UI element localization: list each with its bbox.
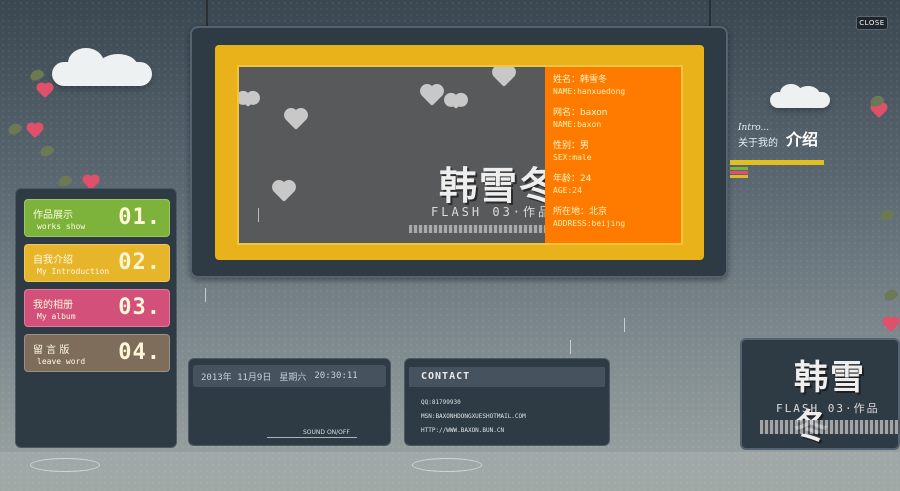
sound-toggle-button[interactable]: SOUND ON/OFF	[303, 429, 350, 436]
nav-menu-panel: 作品展示 works show 01. 自我介绍 My Introduction…	[15, 188, 177, 448]
cloud-decoration	[770, 84, 830, 108]
flash-stage: 韩雪冬 FLASH 03·作品 姓名：韩雪冬 NAME:hanxuedong 网…	[237, 65, 683, 245]
menu-item-leave-word[interactable]: 留 言 版 leave word 04.	[24, 334, 170, 372]
date-time-panel: 2013年 11月9日 星期六 20:30:11 SOUND ON/OFF	[188, 358, 391, 446]
weekday-text: 星期六	[279, 372, 307, 383]
info-item: 网名：baxon NAME:baxon	[553, 108, 608, 129]
light-tick	[624, 318, 625, 332]
heart-icon	[240, 92, 256, 108]
menu-item-number: 03.	[118, 295, 161, 320]
preview-url-text	[760, 420, 900, 434]
intro-label-big: 介绍	[786, 130, 819, 149]
heart-icon	[494, 67, 514, 87]
display-border: 韩雪冬 FLASH 03·作品 姓名：韩雪冬 NAME:hanxuedong 网…	[215, 45, 704, 260]
menu-item-introduction[interactable]: 自我介绍 My Introduction 02.	[24, 244, 170, 282]
menu-item-en-label: My Introduction	[37, 267, 110, 276]
menu-item-cn-label: 自我介绍	[33, 255, 73, 266]
menu-item-works[interactable]: 作品展示 works show 01.	[24, 199, 170, 237]
menu-item-cn-label: 作品展示	[33, 210, 73, 221]
info-item: 性别：男 SEX:male	[553, 141, 592, 162]
intro-underline	[730, 160, 824, 165]
contact-title: CONTACT	[409, 367, 605, 387]
heart-icon	[286, 110, 306, 130]
menu-item-cn-label: 我的相册	[33, 300, 73, 311]
intro-label-en: Intro...	[738, 123, 770, 133]
menu-item-en-label: My album	[37, 312, 76, 321]
intro-label-small: 关于我的	[738, 138, 778, 149]
sound-line	[267, 437, 357, 438]
heart-icon	[274, 182, 294, 202]
menu-item-number: 01.	[118, 205, 161, 230]
date-time-row: 2013年 11月9日 星期六 20:30:11	[193, 365, 386, 387]
preview-subtitle: FLASH 03·作品	[776, 402, 880, 415]
menu-item-en-label: leave word	[37, 357, 86, 366]
stage-subtitle: FLASH 03·作品	[431, 205, 554, 219]
close-button[interactable]: CLOSE	[856, 16, 888, 30]
profile-info-panel: 姓名：韩雪冬 NAME:hanxuedong 网名：baxon NAME:bax…	[545, 67, 681, 243]
main-display-frame: 韩雪冬 FLASH 03·作品 姓名：韩雪冬 NAME:hanxuedong 网…	[190, 26, 728, 278]
date-text: 2013年 11月9日	[201, 372, 272, 383]
stage-url-text	[409, 225, 559, 233]
contact-msn[interactable]: MSN:BAXONHDONGXUESHOTMAIL.COM	[421, 413, 526, 420]
color-strip	[730, 167, 748, 170]
cloud-decoration	[52, 48, 152, 86]
heart-icon	[422, 86, 442, 106]
info-item: 所在地：北京 ADDRESS:beijing	[553, 207, 626, 228]
heart-icon	[448, 94, 464, 110]
stage-name-title: 韩雪冬	[439, 164, 560, 208]
time-text: 20:30:11	[314, 371, 358, 381]
contact-qq: QQ:81799930	[421, 399, 461, 406]
menu-item-number: 02.	[118, 250, 161, 275]
contact-website-link[interactable]: HTTP://WWW.BAXON.BUN.CN	[421, 427, 504, 434]
color-strip	[730, 175, 748, 178]
preview-thumbnail[interactable]: 韩雪冬 FLASH 03·作品	[740, 338, 900, 450]
light-tick	[205, 288, 206, 302]
info-item: 年龄：24 AGE:24	[553, 174, 592, 195]
ripple-decoration	[30, 458, 100, 472]
color-strip	[730, 171, 748, 174]
light-tick	[570, 340, 571, 354]
menu-item-album[interactable]: 我的相册 My album 03.	[24, 289, 170, 327]
menu-item-en-label: works show	[37, 222, 86, 231]
contact-panel: CONTACT QQ:81799930 MSN:BAXONHDONGXUESHO…	[404, 358, 610, 446]
menu-item-cn-label: 留 言 版	[33, 345, 70, 356]
ripple-decoration	[412, 458, 482, 472]
light-tick	[258, 208, 259, 222]
menu-item-number: 04.	[118, 340, 161, 365]
info-item: 姓名：韩雪冬 NAME:hanxuedong	[553, 75, 626, 96]
